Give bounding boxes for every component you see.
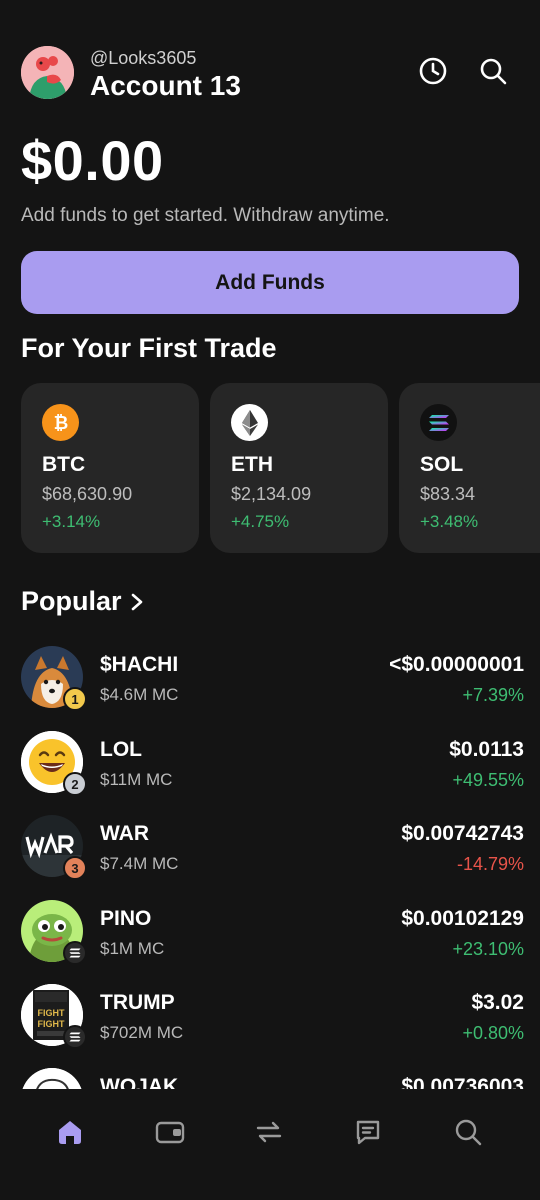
- list-item[interactable]: 1 $HACHI $4.6M MC <$0.00000001 +7.39%: [21, 644, 525, 728]
- card-symbol: ETH: [231, 453, 273, 476]
- rank-badge: 1: [63, 687, 87, 711]
- token-name: $HACHI: [100, 653, 179, 676]
- popular-title: Popular: [21, 586, 122, 616]
- swap-icon[interactable]: [249, 1112, 289, 1152]
- card-symbol: SOL: [420, 453, 464, 476]
- list-item[interactable]: WOJAK $0.00736003: [21, 1066, 525, 1089]
- account-name[interactable]: Account 13: [90, 70, 241, 102]
- trade-card-eth[interactable]: ETH $2,134.09 +4.75%: [210, 383, 388, 553]
- search-nav-icon[interactable]: [448, 1112, 488, 1152]
- screen: @Looks3605 Account 13 $0.00 Add funds to…: [0, 0, 540, 1200]
- token-mc: $1M MC: [100, 939, 165, 958]
- list-item[interactable]: 3 WAR $7.4M MC $0.00742743 -14.79%: [21, 813, 525, 897]
- account-header: @Looks3605 Account 13: [21, 44, 521, 104]
- bitcoin-icon: ₿: [42, 404, 79, 441]
- trade-card-sol[interactable]: SOL $83.34 +3.48%: [399, 383, 540, 553]
- first-trade-carousel[interactable]: ₿ BTC $68,630.90 +3.14% ETH $2,134.09 +4…: [21, 383, 540, 553]
- rank-badge: 2: [63, 772, 87, 796]
- token-price: $0.0113: [449, 738, 524, 761]
- token-name: WAR: [100, 822, 149, 845]
- bottom-nav: [0, 1090, 540, 1200]
- list-item[interactable]: 2 LOL $11M MC $0.0113 +49.55%: [21, 729, 525, 813]
- history-icon[interactable]: [416, 54, 450, 88]
- username: @Looks3605: [90, 48, 197, 68]
- wallet-icon[interactable]: [150, 1112, 190, 1152]
- solana-badge-icon: [63, 1025, 87, 1049]
- popular-header[interactable]: Popular: [21, 586, 144, 617]
- card-change: +3.48%: [420, 512, 479, 531]
- svg-text:FIGHT: FIGHT: [38, 1019, 65, 1029]
- first-trade-title: For Your First Trade: [21, 333, 277, 363]
- token-price: $0.00736003: [401, 1075, 524, 1089]
- token-change: +23.10%: [452, 939, 524, 959]
- chat-icon[interactable]: [348, 1112, 388, 1152]
- card-price: $83.34: [420, 484, 476, 504]
- account-avatar[interactable]: [21, 46, 74, 99]
- token-avatar: [21, 1068, 83, 1089]
- popular-list[interactable]: 1 $HACHI $4.6M MC <$0.00000001 +7.39% 2 …: [21, 640, 525, 1089]
- home-icon[interactable]: [50, 1112, 90, 1152]
- token-change: +49.55%: [452, 770, 524, 790]
- token-name: PINO: [100, 907, 152, 930]
- token-change: -14.79%: [456, 854, 524, 874]
- token-change: +7.39%: [462, 685, 524, 705]
- solana-badge-icon: [63, 941, 87, 965]
- token-price: <$0.00000001: [389, 653, 524, 676]
- add-funds-button[interactable]: Add Funds: [21, 251, 519, 314]
- card-price: $68,630.90: [42, 484, 133, 504]
- svg-text:₿: ₿: [53, 413, 68, 433]
- token-mc: $7.4M MC: [100, 854, 179, 873]
- balance-amount: $0.00: [21, 129, 164, 192]
- card-symbol: BTC: [42, 453, 86, 476]
- token-price: $0.00102129: [401, 907, 524, 930]
- search-icon[interactable]: [476, 54, 510, 88]
- token-name: WOJAK: [100, 1075, 179, 1089]
- token-change: +0.80%: [462, 1023, 524, 1043]
- rank-badge: 3: [63, 856, 87, 880]
- chevron-right-icon: [131, 593, 142, 610]
- card-change: +4.75%: [231, 512, 290, 531]
- list-item[interactable]: FIGHT FIGHT TRUMP $702M MC $3.02 +0.80%: [21, 982, 525, 1066]
- card-change: +3.14%: [42, 512, 101, 531]
- trade-card-btc[interactable]: ₿ BTC $68,630.90 +3.14%: [21, 383, 199, 553]
- ethereum-icon: [231, 404, 268, 441]
- balance-subtitle: Add funds to get started. Withdraw anyti…: [21, 205, 390, 226]
- token-price: $0.00742743: [401, 822, 524, 845]
- token-mc: $4.6M MC: [100, 685, 179, 704]
- token-price: $3.02: [471, 991, 524, 1014]
- card-price: $2,134.09: [231, 484, 312, 504]
- token-mc: $702M MC: [100, 1023, 184, 1042]
- solana-icon: [420, 404, 457, 441]
- token-mc: $11M MC: [100, 770, 173, 789]
- token-name: LOL: [100, 738, 142, 761]
- list-item[interactable]: PINO $1M MC $0.00102129 +23.10%: [21, 898, 525, 982]
- token-name: TRUMP: [100, 991, 175, 1014]
- svg-text:FIGHT: FIGHT: [38, 1008, 65, 1018]
